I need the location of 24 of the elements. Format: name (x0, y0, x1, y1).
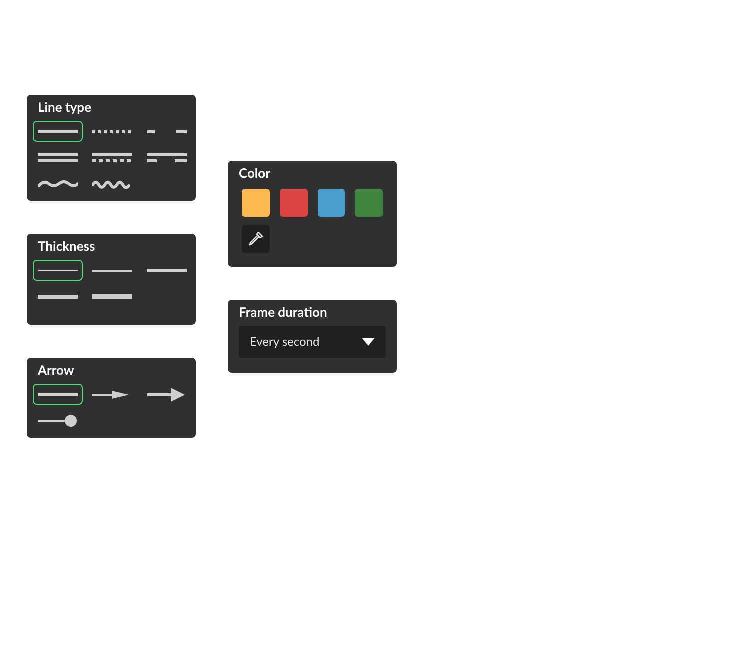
line-option[interactable] (33, 260, 83, 281)
color-swatch[interactable] (242, 189, 270, 217)
double-line-icon (38, 150, 78, 164)
line-icon (146, 269, 187, 272)
color-swatch[interactable] (280, 189, 308, 217)
color-swatch[interactable] (318, 189, 346, 217)
color-swatch[interactable] (355, 189, 383, 217)
panel-title: Frame duration (238, 304, 328, 321)
line-option[interactable] (33, 121, 83, 142)
thin-line-icon (38, 270, 78, 271)
arrow-icon (146, 388, 187, 402)
eyedropper-icon (248, 231, 264, 247)
line-icon (92, 270, 132, 272)
double-dotted-line-icon (92, 150, 132, 164)
panel-title: Thickness (37, 238, 96, 255)
caret-down-icon (362, 338, 375, 346)
panel-title: Arrow (37, 362, 76, 379)
line-option[interactable] (33, 384, 83, 405)
double-dashed-line-icon (146, 150, 187, 164)
frame-duration-dropdown[interactable]: Every second (239, 326, 386, 358)
dot-ended-line-icon (38, 414, 78, 428)
panel-title: Color (238, 165, 272, 182)
panel-title: Line type (37, 99, 93, 116)
eyedropper-button[interactable] (242, 225, 270, 253)
